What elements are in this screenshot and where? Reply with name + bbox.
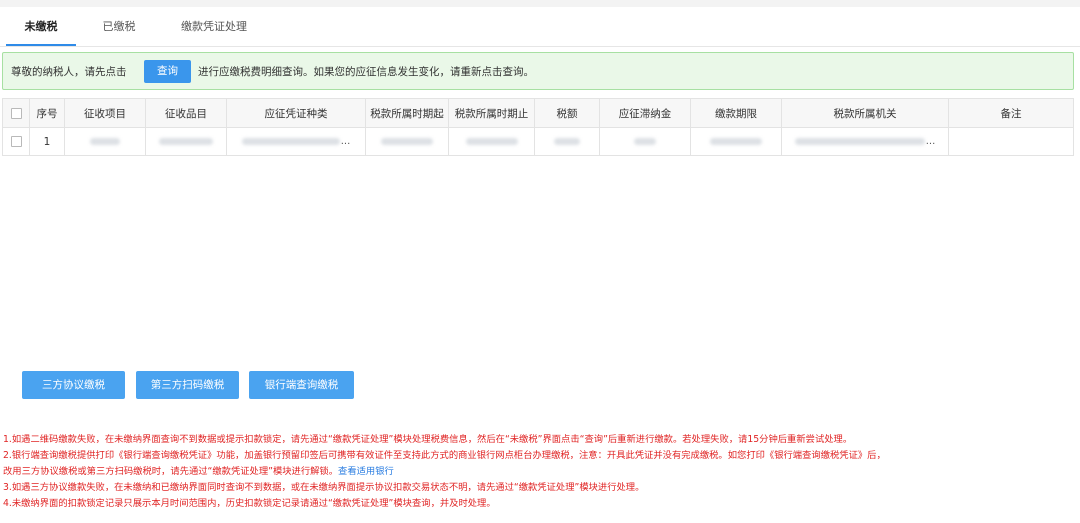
row-checkbox[interactable]	[10, 136, 22, 147]
scan-payment-button[interactable]: 第三方扫码缴税	[136, 371, 239, 399]
tab-unpaid[interactable]: 未缴税	[6, 7, 76, 47]
redacted-cell	[146, 128, 227, 155]
redacted-cell	[65, 128, 146, 155]
active-tab-indicator	[6, 44, 76, 46]
warning-notes: 1.如遇二维码缴款失败，在未缴纳界面查询不到数据或提示扣款锁定，请先通过“缴款凭…	[3, 432, 1077, 512]
note-2-continued: 改用三方协议缴税或第三方扫码缴税时，请先通过“缴款凭证处理”模块进行解锁。查看适…	[3, 464, 1077, 480]
column-header: 税款所属时期起	[366, 99, 449, 127]
column-header: 备注	[1000, 107, 1022, 120]
column-header: 序号	[30, 99, 65, 127]
select-all-cell[interactable]	[3, 99, 30, 127]
remark-cell	[949, 128, 1073, 155]
redacted-cell: ...	[227, 128, 366, 155]
row-index: 1	[30, 128, 65, 155]
row-select-cell[interactable]	[3, 128, 30, 155]
table-row[interactable]: 1 ... ...	[3, 128, 1073, 155]
select-all-checkbox[interactable]	[10, 107, 22, 119]
redacted-cell	[535, 128, 600, 155]
note-3: 3.如遇三方协议缴款失败，在未缴纳和已缴纳界面同时查询不到数据，或在未缴纳界面提…	[3, 482, 645, 493]
top-strip	[0, 0, 1080, 7]
redacted-cell	[691, 128, 782, 155]
redacted-cell: ...	[782, 128, 949, 155]
notice-text-after: 进行应缴税费明细查询。如果您的应征信息发生变化，请重新点击查询。	[198, 66, 534, 78]
column-header: 税款所属时期止	[449, 99, 535, 127]
column-header: 应征滞纳金	[600, 99, 691, 127]
tab-voucher-processing[interactable]: 缴款凭证处理	[168, 7, 260, 47]
note-4: 4.未缴纳界面的扣款锁定记录只展示本月时间范围内，历史扣款锁定记录请通过“缴款凭…	[3, 498, 496, 509]
column-header: 税额	[535, 99, 600, 127]
info-notice: 尊敬的纳税人，请先点击 查询 进行应缴税费明细查询。如果您的应征信息发生变化，请…	[2, 52, 1074, 90]
note-2: 2.银行端查询缴税提供打印《银行端查询缴税凭证》功能，加盖银行预留印签后可携带有…	[3, 450, 886, 461]
column-header: 征收项目	[65, 99, 146, 127]
note-1: 1.如遇二维码缴款失败，在未缴纳界面查询不到数据或提示扣款锁定，请先通过“缴款凭…	[3, 434, 853, 445]
redacted-cell	[600, 128, 691, 155]
table-header: 序号 征收项目 征收品目 应征凭证种类 税款所属时期起 税款所属时期止 税额 应…	[3, 99, 1073, 128]
column-header: 应征凭证种类	[227, 99, 366, 127]
ellipsis-text: ...	[340, 136, 351, 147]
redacted-cell	[366, 128, 449, 155]
column-header: 征收品目	[146, 99, 227, 127]
query-button[interactable]: 查询	[144, 60, 191, 83]
tax-table: 序号 征收项目 征收品目 应征凭证种类 税款所属时期起 税款所属时期止 税额 应…	[2, 98, 1074, 156]
view-banks-link[interactable]: 查看适用银行	[338, 466, 394, 477]
notice-text-before: 尊敬的纳税人，请先点击	[11, 66, 127, 78]
tripartite-payment-button[interactable]: 三方协议缴税	[22, 371, 125, 399]
bank-query-payment-button[interactable]: 银行端查询缴税	[249, 371, 354, 399]
tab-bar: 未缴税 已缴税 缴款凭证处理	[0, 7, 1080, 47]
note-2-text: 改用三方协议缴税或第三方扫码缴税时，请先通过“缴款凭证处理”模块进行解锁。	[3, 466, 339, 477]
ellipsis-text: ...	[925, 136, 936, 147]
column-header: 税款所属机关	[782, 99, 949, 127]
tab-paid[interactable]: 已缴税	[88, 7, 150, 47]
column-header: 缴款期限	[691, 99, 782, 127]
redacted-cell	[449, 128, 535, 155]
